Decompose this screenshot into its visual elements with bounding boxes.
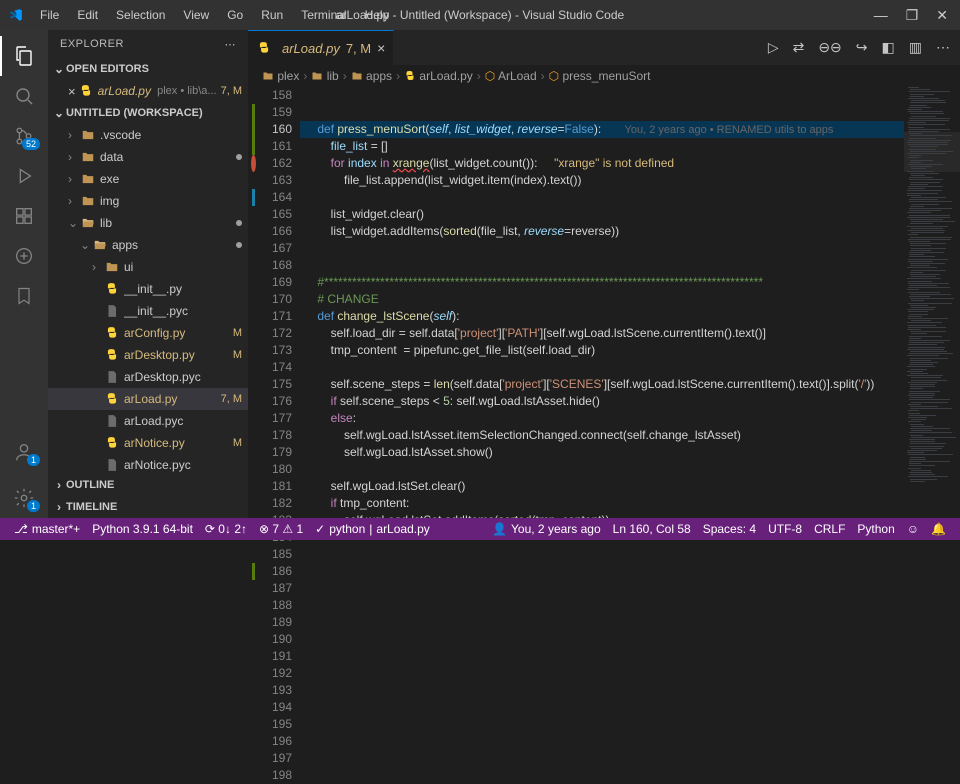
tree-item[interactable]: ›ui — [48, 256, 248, 278]
run-icon[interactable]: ▷ — [768, 39, 779, 56]
tree-item[interactable]: __init__.py — [48, 278, 248, 300]
activity-search-icon[interactable] — [0, 76, 48, 116]
open-editor-item[interactable]: × arLoad.py plex • lib\a... 7, M — [48, 80, 248, 102]
status-bell-icon[interactable]: 🔔 — [925, 522, 952, 536]
settings-badge: 1 — [27, 500, 40, 512]
menu-view[interactable]: View — [175, 4, 217, 26]
code-editor[interactable]: def press_menuSort(self, list_widget, re… — [300, 87, 904, 518]
explorer-sidebar: EXPLORER ⋯ ⌄OPEN EDITORS × arLoad.py plex… — [48, 30, 248, 518]
activity-bookmark-icon[interactable] — [0, 276, 48, 316]
timeline-header[interactable]: ›TIMELINE — [48, 496, 248, 518]
outline-header[interactable]: ›OUTLINE — [48, 474, 248, 496]
status-problems[interactable]: ⊗ 7 ⚠ 1 — [253, 522, 309, 536]
chevron-down-icon: ⌄ — [52, 62, 66, 76]
status-sync[interactable]: ⟳ 0↓ 2↑ — [199, 522, 253, 536]
layout-icon[interactable]: ▥ — [909, 39, 922, 56]
tab-bar: arLoad.py 7, M × ▷ ⇄ ⊖⊖ ↪ ◧ ▥ ⋯ — [248, 30, 960, 65]
minimap[interactable] — [904, 87, 960, 518]
workspace-header[interactable]: ⌄UNTITLED (WORKSPACE) — [48, 102, 248, 124]
status-branch[interactable]: ⎇ master*+ — [8, 522, 86, 536]
editor-tab-arload[interactable]: arLoad.py 7, M × — [248, 30, 394, 65]
tree-item[interactable]: arDesktop.pyc — [48, 366, 248, 388]
tab-close-icon[interactable]: × — [377, 40, 385, 56]
minimize-icon[interactable]: — — [874, 7, 888, 24]
chevron-right-icon: › — [52, 500, 66, 514]
line-gutter: 1581591601611621631641651661671681691701… — [258, 87, 300, 518]
activity-scm-icon[interactable]: 52 — [0, 116, 48, 156]
status-check[interactable]: ✓ python | arLoad.py — [309, 522, 436, 536]
menu-bar: File Edit Selection View Go Run Terminal… — [8, 4, 397, 26]
tree-item[interactable]: __init__.pyc — [48, 300, 248, 322]
status-blame[interactable]: 👤 You, 2 years ago — [486, 522, 607, 536]
activity-bar: 52 1 1 — [0, 30, 48, 518]
tree-item[interactable]: ›exe — [48, 168, 248, 190]
editor-area: arLoad.py 7, M × ▷ ⇄ ⊖⊖ ↪ ◧ ▥ ⋯ plex› li… — [248, 30, 960, 518]
breadcrumbs[interactable]: plex› lib› apps› arLoad.py›⬡ ArLoad›⬡ pr… — [248, 65, 960, 87]
activity-settings-icon[interactable]: 1 — [0, 478, 48, 518]
python-file-icon — [256, 40, 272, 56]
tree-item[interactable]: arLoad.py7, M — [48, 388, 248, 410]
tree-item[interactable]: ⌄apps — [48, 234, 248, 256]
tree-item[interactable]: ⌄lib — [48, 212, 248, 234]
menu-go[interactable]: Go — [219, 4, 251, 26]
status-cursor[interactable]: Ln 160, Col 58 — [607, 522, 697, 536]
git-commit-icon[interactable]: ⊖⊖ — [818, 39, 841, 56]
arrow-icon[interactable]: ↪ — [856, 39, 868, 56]
account-badge: 1 — [27, 454, 40, 466]
chevron-down-icon: ⌄ — [52, 106, 66, 120]
maximize-icon[interactable]: ❐ — [906, 7, 919, 24]
activity-explorer-icon[interactable] — [0, 36, 48, 76]
split-editor-icon[interactable]: ◧ — [882, 39, 895, 56]
tree-item[interactable]: ›img — [48, 190, 248, 212]
file-tree: ›.vscode›data›exe›img⌄lib⌄apps›ui__init_… — [48, 124, 248, 474]
tree-item[interactable]: arDesktop.pyM — [48, 344, 248, 366]
tree-item[interactable]: arLoad.pyc — [48, 410, 248, 432]
status-python[interactable]: Python 3.9.1 64-bit — [86, 522, 199, 536]
menu-help[interactable]: Help — [357, 4, 398, 26]
tree-item[interactable]: arNotice.pyM — [48, 432, 248, 454]
status-feedback-icon[interactable]: ☺ — [901, 522, 925, 536]
python-file-icon — [78, 83, 94, 99]
explorer-more-icon[interactable]: ⋯ — [225, 38, 237, 51]
tree-item[interactable]: ›.vscode — [48, 124, 248, 146]
tree-item[interactable]: ›data — [48, 146, 248, 168]
status-encoding[interactable]: UTF-8 — [762, 522, 808, 536]
scm-badge: 52 — [22, 138, 40, 150]
menu-run[interactable]: Run — [253, 4, 291, 26]
git-compare-icon[interactable]: ⇄ — [793, 39, 805, 56]
status-spaces[interactable]: Spaces: 4 — [697, 522, 762, 536]
status-lang[interactable]: Python — [851, 522, 900, 536]
open-editors-header[interactable]: ⌄OPEN EDITORS — [48, 58, 248, 80]
activity-account-icon[interactable]: 1 — [0, 432, 48, 472]
close-editor-icon[interactable]: × — [68, 84, 76, 99]
title-bar: File Edit Selection View Go Run Terminal… — [0, 0, 960, 30]
explorer-title: EXPLORER — [60, 38, 124, 50]
menu-file[interactable]: File — [32, 4, 67, 26]
more-icon[interactable]: ⋯ — [936, 39, 950, 56]
activity-debug-icon[interactable] — [0, 156, 48, 196]
menu-terminal[interactable]: Terminal — [293, 4, 354, 26]
activity-gitlens-icon[interactable] — [0, 236, 48, 276]
status-bar: ⎇ master*+ Python 3.9.1 64-bit ⟳ 0↓ 2↑ ⊗… — [0, 518, 960, 540]
close-icon[interactable]: ✕ — [936, 7, 948, 24]
menu-selection[interactable]: Selection — [108, 4, 173, 26]
tree-item[interactable]: arNotice.pyc — [48, 454, 248, 474]
vscode-logo-icon — [8, 7, 24, 23]
menu-edit[interactable]: Edit — [69, 4, 106, 26]
deco-gutter — [248, 87, 258, 518]
tree-item[interactable]: arConfig.pyM — [48, 322, 248, 344]
chevron-right-icon: › — [52, 478, 66, 492]
status-eol[interactable]: CRLF — [808, 522, 851, 536]
editor-actions: ▷ ⇄ ⊖⊖ ↪ ◧ ▥ ⋯ — [758, 30, 960, 65]
window-controls: — ❐ ✕ — [874, 7, 952, 24]
activity-extensions-icon[interactable] — [0, 196, 48, 236]
